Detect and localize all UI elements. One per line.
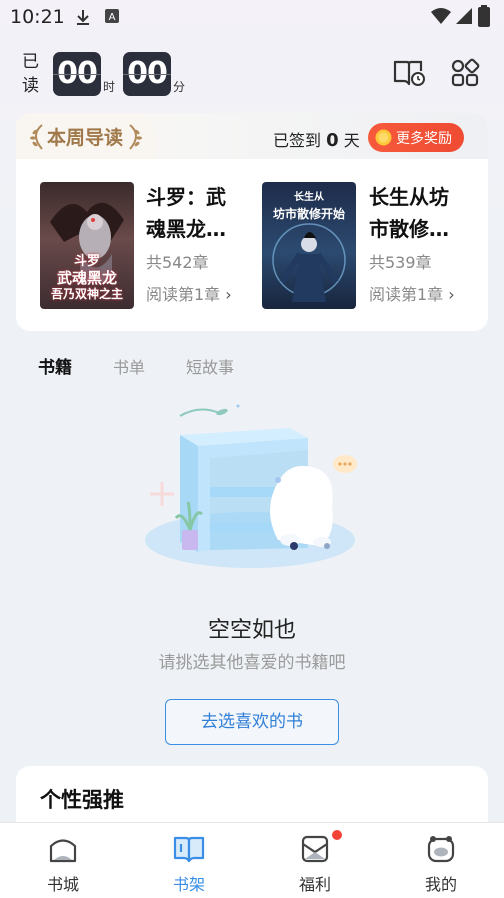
coin-icon	[375, 129, 392, 146]
wifi-icon	[431, 8, 451, 24]
nav-welfare-label: 福利	[298, 875, 331, 894]
empty-state-subtitle: 请挑选其他喜爱的书籍吧	[158, 653, 346, 673]
checkin-suffix: 天	[343, 131, 360, 150]
tab-short-stories[interactable]: 短故事	[186, 354, 234, 378]
nav-bookstore[interactable]: 书城	[0, 823, 126, 898]
battery-icon	[478, 5, 490, 27]
empty-state-title: 空空如也	[207, 618, 296, 643]
keyboard-a-icon: A	[105, 9, 119, 23]
checkin-days: 0	[326, 130, 339, 151]
timer-minutes-unit: 分	[173, 80, 186, 94]
timer-hours-unit: 时	[103, 80, 116, 94]
timer-hours-value: 00	[57, 56, 98, 91]
book-chapter-count: 共542章	[146, 253, 209, 272]
reading-timer-label: 已 读	[22, 50, 39, 98]
cover-text-top: 斗罗	[73, 254, 100, 269]
laurel-left-icon	[30, 124, 43, 150]
nav-profile-label: 我的	[424, 875, 457, 894]
nav-welfare[interactable]: 福利	[252, 823, 378, 898]
chevron-right-icon: ›	[220, 285, 232, 304]
weekly-guide-title: 本周导读	[47, 127, 124, 149]
read-first-chapter-label: 阅读第1章	[369, 285, 444, 304]
cover-text-mid: 武魂黑龙	[56, 269, 117, 287]
book-title-line1: 斗罗：武	[146, 185, 226, 209]
bookshelf-icon	[173, 836, 205, 863]
timer-label-line1: 已	[22, 52, 39, 72]
read-first-chapter-label: 阅读第1章	[146, 285, 221, 304]
status-bar: 10:21 A	[0, 0, 504, 34]
bottom-nav: 书城 书架 福利 我的	[0, 822, 504, 898]
signal-icon	[456, 8, 472, 24]
more-rewards-button[interactable]: 更多奖励	[368, 123, 464, 152]
book-title[interactable]: 斗罗：武 魂黑龙…	[146, 181, 226, 245]
chevron-right-icon: ›	[443, 285, 455, 304]
cover-text-top: 长生从	[294, 192, 324, 203]
checkin-status: 已签到 0 天	[273, 127, 360, 151]
welfare-badge	[332, 830, 342, 840]
cover-text-mid: 坊市散修开始	[272, 207, 345, 221]
choose-books-button[interactable]: 去选喜欢的书	[165, 699, 339, 745]
timer-label-line2: 读	[22, 76, 39, 96]
cover-text-bottom: 吾乃双神之主	[50, 287, 123, 301]
book-cover[interactable]: 斗罗 武魂黑龙 吾乃双神之主	[40, 182, 134, 309]
read-first-chapter-link[interactable]: 阅读第1章 ›	[146, 281, 232, 305]
nav-bookshelf-label: 书架	[172, 875, 205, 894]
timer-hours: 00	[53, 52, 101, 96]
tab-booklists[interactable]: 书单	[113, 354, 145, 378]
checkin-prefix: 已签到	[273, 131, 322, 150]
profile-icon	[427, 836, 455, 863]
tab-books[interactable]: 书籍	[38, 353, 72, 378]
welfare-icon	[301, 835, 329, 863]
nav-profile[interactable]: 我的	[378, 823, 504, 898]
bookstore-icon	[49, 839, 77, 863]
book-title-line1: 长生从坊	[369, 185, 449, 209]
read-first-chapter-link[interactable]: 阅读第1章 ›	[369, 281, 455, 305]
grid-menu-icon[interactable]	[450, 58, 480, 88]
book-chapter-count: 共539章	[369, 253, 432, 272]
empty-shelf-illustration	[145, 404, 357, 568]
timer-minutes: 00	[123, 52, 171, 96]
recommend-title: 个性强推	[40, 788, 124, 812]
nav-bookstore-label: 书城	[46, 875, 79, 894]
book-title-line2: 市散修…	[369, 217, 449, 241]
timer-minutes-value: 00	[127, 56, 168, 91]
weekly-guide-card: 本周导读 已签到 0 天 更多奖励 斗罗 武魂黑龙 吾乃双神之主 斗罗：武 魂黑…	[16, 113, 488, 331]
nav-bookshelf[interactable]: 书架	[126, 823, 252, 898]
svg-text:A: A	[109, 12, 116, 23]
status-time: 10:21	[10, 6, 65, 28]
more-rewards-label: 更多奖励	[396, 131, 452, 147]
laurel-right-icon	[129, 124, 142, 150]
book-cover[interactable]: 长生从 坊市散修开始	[262, 182, 356, 309]
reading-history-icon[interactable]	[392, 58, 426, 88]
download-icon	[77, 10, 89, 25]
book-title[interactable]: 长生从坊 市散修…	[369, 181, 449, 245]
book-title-line2: 魂黑龙…	[146, 217, 226, 241]
